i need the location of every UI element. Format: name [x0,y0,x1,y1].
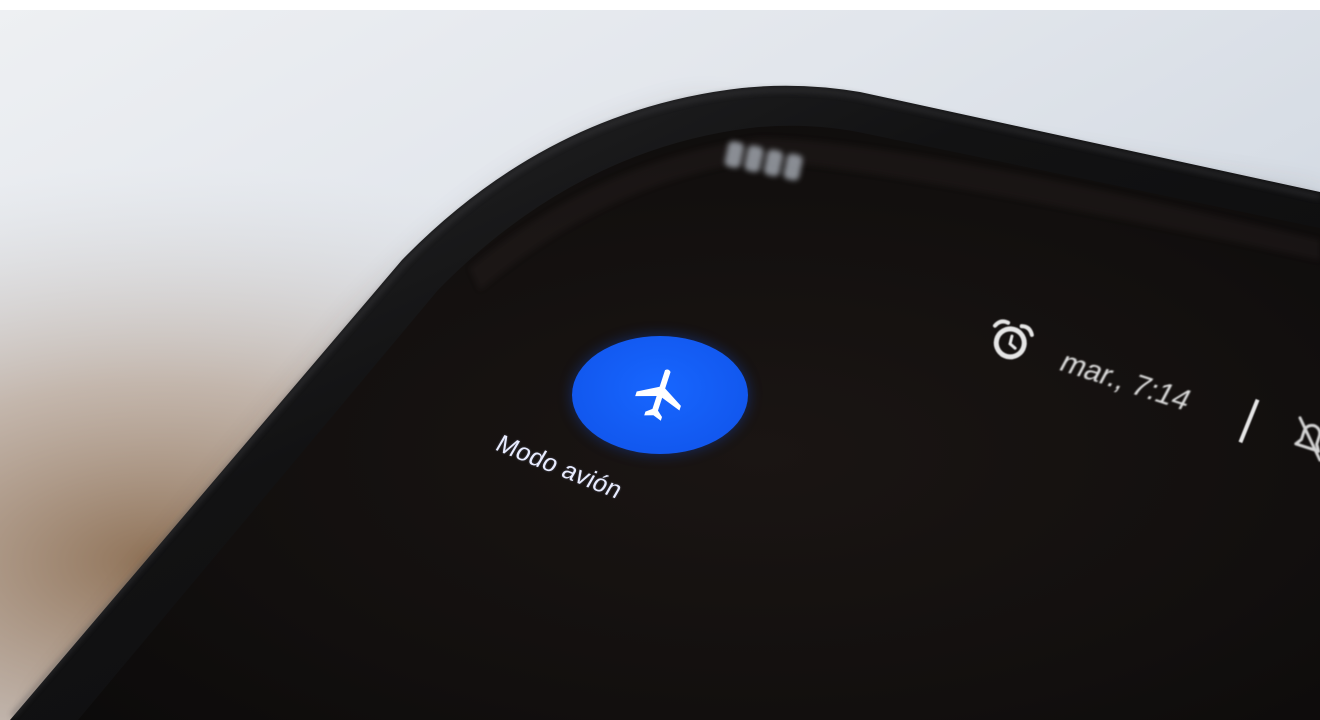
airplane-icon [635,369,681,421]
alarm-clock-icon [992,319,1034,360]
airplane-mode-toggle[interactable] [572,336,748,454]
blurred-digit [743,144,765,174]
bell-off-icon [1294,416,1320,462]
phone-screen-content: Modo avión mar., 7:14 [0,0,1320,720]
next-alarm-time: mar., 7:14 [1054,346,1197,417]
blurred-digit [723,140,745,170]
blurred-digit [782,152,804,182]
blurred-digit [762,148,785,178]
top-border [0,0,1320,10]
status-bar-clock-blurred [721,140,825,200]
status-divider [1238,398,1260,444]
photo-scene: Modo avión mar., 7:14 [0,0,1320,720]
